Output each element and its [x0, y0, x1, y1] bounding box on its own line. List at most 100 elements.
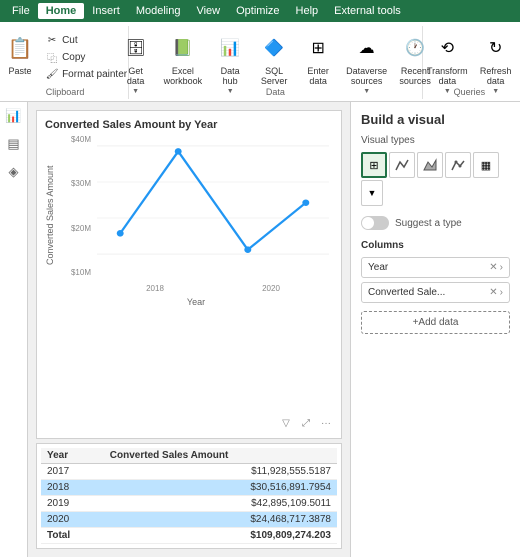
refresh-arrow: ▼ [492, 88, 499, 95]
col-header-amount: Converted Sales Amount [104, 448, 337, 464]
left-sidebar: 📊 ▤ ◈ [0, 102, 28, 557]
y-tick-20m: $20M [59, 224, 94, 233]
more-year-button[interactable]: › [500, 262, 503, 273]
transform-data-button[interactable]: ⟲ Transformdata ▼ [423, 30, 472, 95]
year-cell: 2020 [41, 512, 104, 528]
copy-icon: ⿻ [45, 50, 59, 64]
amount-cell: $30,516,891.7954 [104, 480, 337, 496]
chart-inner: $40M $30M $20M $10M [59, 135, 333, 295]
year-cell: 2018 [41, 480, 104, 496]
remove-year-button[interactable]: ✕ [489, 262, 497, 273]
enter-data-button[interactable]: ⊞ Enterdata [298, 30, 338, 88]
get-data-arrow: ▼ [132, 88, 139, 95]
vtype-line-button[interactable] [389, 152, 415, 178]
total-label: Total [41, 528, 104, 544]
toggle-knob [362, 217, 374, 229]
excel-workbook-button[interactable]: 📗 Excelworkbook [160, 30, 207, 88]
clipboard-group-label: Clipboard [46, 87, 85, 97]
y-tick-10m: $10M [59, 268, 94, 277]
amount-cell: $24,468,717.3878 [104, 512, 337, 528]
chart-area: Converted Sales Amount $40M $30M $20M $1… [45, 135, 333, 295]
visual-toolbar: ▽ ⤢ ··· [277, 414, 335, 432]
y-tick-30m: $30M [59, 179, 94, 188]
refresh-data-icon: ↻ [480, 32, 512, 64]
get-data-button[interactable]: 🗄 Getdata ▼ [116, 30, 156, 95]
more-converted-button[interactable]: › [500, 287, 503, 298]
total-row: Total $109,809,274.203 [41, 528, 337, 544]
transform-data-icon: ⟲ [431, 32, 463, 64]
menu-insert[interactable]: Insert [84, 3, 128, 19]
focus-toolbar-btn[interactable]: ⤢ [297, 414, 315, 432]
x-axis: 2018 2020 [97, 284, 329, 293]
transform-arrow: ▼ [444, 88, 451, 95]
chart-title: Converted Sales Amount by Year [45, 119, 333, 131]
pill-year-actions: ✕ › [489, 262, 503, 273]
remove-converted-button[interactable]: ✕ [489, 287, 497, 298]
cut-label: Cut [62, 35, 78, 46]
canvas-area: Converted Sales Amount by Year Converted… [28, 102, 350, 557]
y-axis-ticks: $40M $30M $20M $10M [59, 135, 94, 277]
ribbon-group-data: 🗄 Getdata ▼ 📗 Excelworkbook 📊 Datahub ▼ … [131, 26, 423, 99]
cut-icon: ✂ [45, 33, 59, 47]
amount-cell: $42,895,109.5011 [104, 496, 337, 512]
vtype-matrix-button[interactable]: ▦ [473, 152, 499, 178]
paste-label: Paste [9, 66, 32, 76]
menu-optimize[interactable]: Optimize [228, 3, 287, 19]
col-header-year: Year [41, 448, 104, 464]
column-year-label: Year [368, 262, 388, 273]
menu-view[interactable]: View [188, 3, 228, 19]
chart-visual: Converted Sales Amount by Year Converted… [36, 110, 342, 439]
table-row: 2017 $11,928,555.5187 [41, 464, 337, 480]
panel-title: Build a visual [361, 112, 510, 127]
paste-button[interactable]: 📋 Paste [0, 30, 40, 78]
filter-toolbar-btn[interactable]: ▽ [277, 414, 295, 432]
visual-types-label: Visual types [361, 135, 510, 146]
more-toolbar-btn[interactable]: ··· [317, 414, 335, 432]
table-row: 2020 $24,468,717.3878 [41, 512, 337, 528]
menu-external-tools[interactable]: External tools [326, 3, 409, 19]
column-pill-converted-sales: Converted Sale... ✕ › [361, 282, 510, 303]
menu-home[interactable]: Home [38, 3, 85, 19]
dataverse-button[interactable]: ☁ Dataversesources ▼ [342, 30, 391, 95]
menu-file[interactable]: File [4, 3, 38, 19]
column-converted-label: Converted Sale... [368, 287, 445, 298]
refresh-data-button[interactable]: ↻ Refreshdata ▼ [476, 30, 516, 95]
x-tick-2020: 2020 [262, 284, 280, 293]
vtype-area-button[interactable] [417, 152, 443, 178]
columns-label: Columns [361, 240, 510, 251]
data-table: Year Converted Sales Amount 2017 $11,928… [41, 448, 337, 544]
ribbon-group-queries: ⟲ Transformdata ▼ ↻ Refreshdata ▼ Querie… [425, 26, 516, 99]
menubar: File Home Insert Modeling View Optimize … [0, 0, 520, 22]
vtype-table-button[interactable]: ⊞ [361, 152, 387, 178]
x-label: Year [187, 297, 205, 307]
sql-server-button[interactable]: 🔷 SQLServer [254, 30, 294, 88]
amount-cell: $11,928,555.5187 [104, 464, 337, 480]
enter-data-icon: ⊞ [302, 32, 334, 64]
visual-types-grid: ⊞ ▦ ▼ [361, 152, 510, 206]
suggest-toggle[interactable] [361, 216, 389, 230]
dataverse-icon: ☁ [351, 32, 383, 64]
sidebar-icon-model[interactable]: ◈ [4, 162, 24, 182]
suggest-row: Suggest a type [361, 216, 510, 230]
sidebar-icon-chart[interactable]: 📊 [4, 106, 24, 126]
data-hub-button[interactable]: 📊 Datahub ▼ [210, 30, 250, 95]
sidebar-icon-data[interactable]: ▤ [4, 134, 24, 154]
menu-help[interactable]: Help [288, 3, 327, 19]
x-tick-2018: 2018 [146, 284, 164, 293]
get-data-icon: 🗄 [120, 32, 152, 64]
y-axis-label: Converted Sales Amount [45, 135, 55, 295]
y-tick-40m: $40M [59, 135, 94, 144]
vtype-more-button[interactable]: ▼ [361, 180, 383, 206]
data-table-container: Year Converted Sales Amount 2017 $11,928… [36, 443, 342, 549]
dataverse-arrow: ▼ [363, 88, 370, 95]
excel-icon: 📗 [167, 32, 199, 64]
main-content: 📊 ▤ ◈ Converted Sales Amount by Year Con… [0, 102, 520, 557]
format-painter-icon: 🖌 [45, 67, 59, 81]
menu-modeling[interactable]: Modeling [128, 3, 189, 19]
total-amount: $109,809,274.203 [104, 528, 337, 544]
table-row: 2019 $42,895,109.5011 [41, 496, 337, 512]
copy-label: Copy [62, 52, 85, 63]
column-pill-year: Year ✕ › [361, 257, 510, 278]
add-data-button[interactable]: +Add data [361, 311, 510, 334]
vtype-line2-button[interactable] [445, 152, 471, 178]
